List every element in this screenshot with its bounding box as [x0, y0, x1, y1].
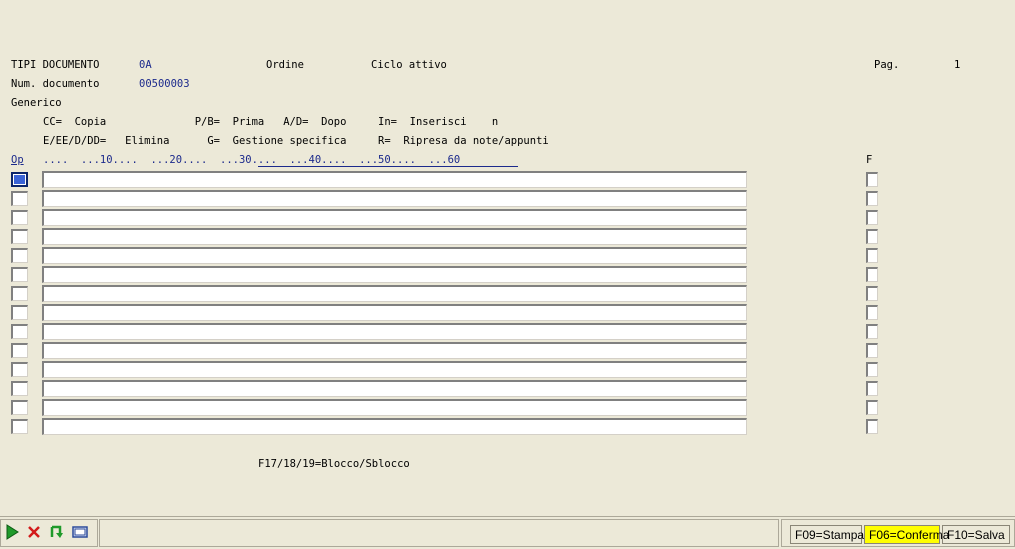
play-icon[interactable]	[2, 524, 22, 544]
text-line-field[interactable]	[42, 323, 747, 340]
f-column-header: F	[866, 154, 873, 166]
text-line-field[interactable]	[42, 304, 747, 321]
f-field[interactable]	[866, 381, 878, 396]
message-segment	[99, 519, 779, 547]
op-column-header: Op	[11, 154, 24, 166]
f-field[interactable]	[866, 305, 878, 320]
pag-value: 1	[954, 59, 961, 71]
legend-row-1: CC= Copia P/B= Prima A/D= Dopo In= Inser…	[43, 116, 499, 128]
text-line-field[interactable]	[42, 399, 747, 416]
op-field[interactable]	[11, 343, 28, 358]
text-line-field[interactable]	[42, 380, 747, 397]
text-line-field[interactable]	[42, 418, 747, 435]
f-field[interactable]	[866, 267, 878, 282]
text-line-field[interactable]	[42, 361, 747, 378]
text-line-field[interactable]	[42, 190, 747, 207]
op-field[interactable]	[11, 210, 28, 225]
op-field[interactable]	[11, 172, 28, 187]
conferma-button[interactable]: F06=Conferma	[864, 525, 949, 544]
text-line-field[interactable]	[42, 171, 747, 188]
op-field[interactable]	[11, 362, 28, 377]
op-field[interactable]	[11, 324, 28, 339]
legend-row-2: E/EE/D/DD= Elimina G= Gestione specifica…	[43, 135, 549, 147]
text-line-field[interactable]	[42, 247, 747, 264]
op-field[interactable]	[11, 381, 28, 396]
window-icon[interactable]	[70, 524, 90, 544]
f-field[interactable]	[866, 191, 878, 206]
op-field[interactable]	[11, 305, 28, 320]
text-line-field[interactable]	[42, 266, 747, 283]
tipi-documento-label: TIPI DOCUMENTO	[11, 59, 100, 71]
ciclo-label: Ciclo attivo	[371, 59, 447, 71]
f-field[interactable]	[866, 400, 878, 415]
f-field[interactable]	[866, 248, 878, 263]
text-line-field[interactable]	[42, 228, 747, 245]
f-field[interactable]	[866, 286, 878, 301]
text-line-field[interactable]	[42, 342, 747, 359]
text-line-field[interactable]	[42, 285, 747, 302]
op-field[interactable]	[11, 191, 28, 206]
op-field[interactable]	[11, 248, 28, 263]
f-field[interactable]	[866, 210, 878, 225]
num-documento-value: 00500003	[139, 78, 190, 90]
text-line-field[interactable]	[42, 209, 747, 226]
f-field[interactable]	[866, 229, 878, 244]
f-field[interactable]	[866, 324, 878, 339]
stampa-button[interactable]: F09=Stampa	[790, 525, 864, 544]
f-field[interactable]	[866, 362, 878, 377]
ruler-underline	[258, 166, 518, 167]
cancel-icon[interactable]	[24, 524, 44, 544]
block-unblock-hint: F17/18/19=Blocco/Sblocco	[258, 458, 410, 470]
ruler: .... ...10.... ...20.... ...30.... ...40…	[43, 154, 461, 166]
op-field[interactable]	[11, 400, 28, 415]
generico-label: Generico	[11, 97, 62, 109]
op-field[interactable]	[11, 229, 28, 244]
ordine-label: Ordine	[266, 59, 304, 71]
f-field[interactable]	[866, 172, 878, 187]
f-field[interactable]	[866, 419, 878, 434]
refresh-icon[interactable]	[46, 524, 66, 544]
op-field[interactable]	[11, 267, 28, 282]
salva-button[interactable]: F10=Salva	[942, 525, 1010, 544]
tipi-documento-value: 0A	[139, 59, 152, 71]
op-field[interactable]	[11, 419, 28, 434]
pag-label: Pag.	[874, 59, 900, 71]
op-field[interactable]	[11, 286, 28, 301]
num-documento-label: Num. documento	[11, 78, 100, 90]
f-field[interactable]	[866, 343, 878, 358]
